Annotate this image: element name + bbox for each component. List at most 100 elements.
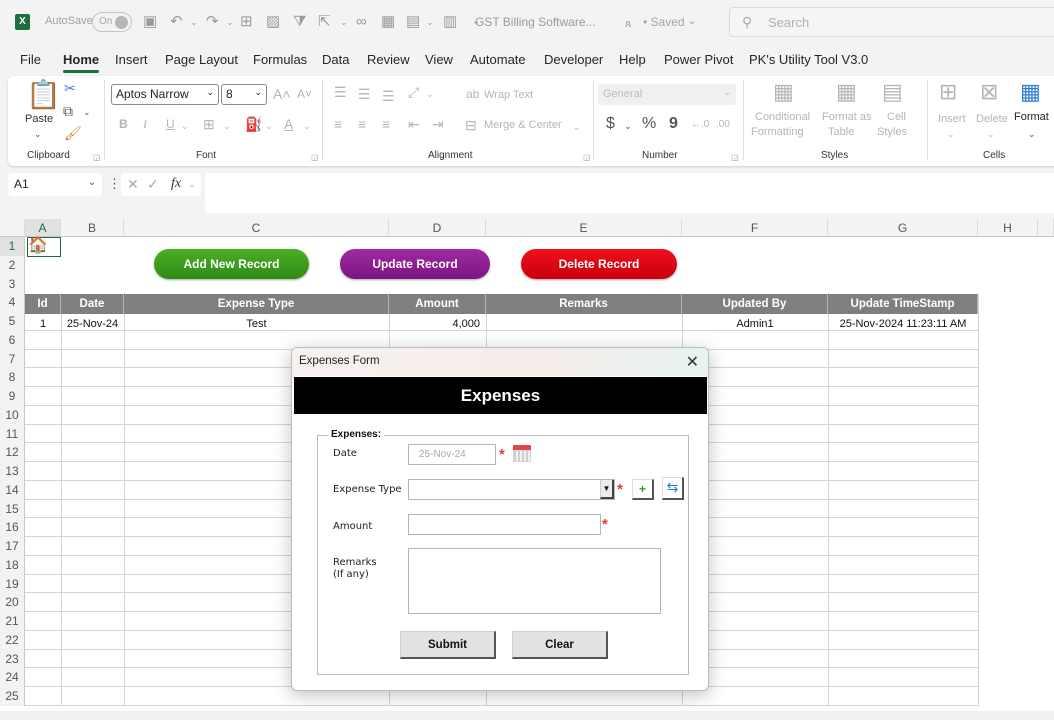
delete-record-button[interactable]: Delete Record [521,249,677,279]
column-header-h[interactable]: H [978,219,1038,237]
table-icon[interactable]: ▦ [381,13,395,31]
tab-file[interactable]: File [20,52,41,67]
orientation-dropdown-icon[interactable]: ⌄ [426,86,434,102]
search-input[interactable]: ⚲ Search [729,7,1054,37]
row-header[interactable]: 8 [0,368,25,387]
row-header[interactable]: 17 [0,537,25,556]
cell-date[interactable]: 25-Nov-24 [61,315,124,333]
insert-function-icon[interactable]: fx [171,176,181,192]
font-color-icon[interactable]: A [284,116,293,132]
filter-icon[interactable]: ⧩ [293,13,306,31]
merge-dropdown-icon[interactable]: ⌄ [573,119,581,135]
column-header-d[interactable]: D [389,219,486,237]
row-header[interactable]: 6 [0,330,25,350]
cell-updated-by[interactable]: Admin1 [682,315,828,333]
tab-data[interactable]: Data [322,52,349,67]
table-header-remarks[interactable]: Remarks [486,294,682,314]
column-header-i[interactable] [1038,219,1054,237]
paste-button[interactable]: Paste [25,113,53,125]
row-header[interactable]: 21 [0,612,25,631]
cell-styles-button-line2[interactable]: Styles [877,126,907,138]
number-dialog-launcher-icon[interactable]: ◲ [731,153,739,162]
fill-color-dropdown-icon[interactable]: ⌄ [265,118,273,134]
row-header[interactable]: 3 [0,274,25,294]
font-size-select[interactable]: 8 ⌄ [221,84,267,105]
column-header-b[interactable]: B [61,219,124,237]
save-icon[interactable]: ▣ [143,13,157,31]
row-header[interactable]: 15 [0,499,25,519]
undo-dropdown-icon[interactable]: ⌄ [190,13,198,31]
tab-view[interactable]: View [425,52,453,67]
submit-button[interactable]: Submit [400,631,496,659]
bold-button[interactable]: B [119,116,128,132]
sheet-dropdown-icon[interactable]: ⌄ [426,13,434,31]
conditional-formatting-button-line2[interactable]: Formatting [751,126,804,138]
row-header[interactable]: 2 [0,255,25,275]
increase-indent-icon[interactable]: ⇥ [432,116,444,132]
clipboard-dialog-launcher-icon[interactable]: ◲ [93,153,101,162]
tab-pk-utility-tool[interactable]: PK's Utility Tool V3.0 [749,52,868,67]
saved-status[interactable]: • Saved [643,15,685,29]
row-header[interactable]: 1 [0,237,25,256]
row-header[interactable]: 16 [0,518,25,537]
home-icon[interactable]: 🏠 [28,235,48,255]
row-header[interactable]: 25 [0,687,25,706]
add-expense-type-button[interactable]: + [632,479,654,500]
align-right-icon[interactable]: ≡ [382,116,390,132]
column-header-f[interactable]: F [682,219,828,237]
row-header[interactable]: 5 [0,312,25,331]
borders-icon[interactable]: ⊞ [203,116,215,132]
percent-button[interactable]: % [642,116,656,132]
saved-dropdown-icon[interactable]: ⌄ [688,13,696,31]
tab-help[interactable]: Help [619,52,646,67]
cell-id[interactable]: 1 [25,315,61,333]
row-header[interactable]: 7 [0,349,25,369]
cell-styles-button[interactable]: Cell [887,111,906,123]
insert-dropdown-icon[interactable]: ⌄ [947,126,955,142]
row-header[interactable]: 24 [0,668,25,687]
borders-icon[interactable]: ⊞ [240,13,253,31]
redo-icon[interactable]: ↷ [206,13,219,31]
select-all-corner[interactable] [0,219,25,237]
increase-font-size-icon[interactable]: A˄ [273,86,291,102]
conditional-formatting-button[interactable]: Conditional [755,111,810,123]
form-icon[interactable]: ▥ [443,13,457,31]
insert-cells-button[interactable]: Insert [938,113,966,125]
column-header-c[interactable]: C [124,219,389,237]
currency-dropdown-icon[interactable]: ⌄ [624,118,632,134]
row-header[interactable]: 10 [0,405,25,425]
table-header-id[interactable]: Id [25,294,61,314]
update-record-button[interactable]: Update Record [340,249,490,279]
sheet-icon[interactable]: ▤ [406,13,420,31]
remarks-textarea[interactable] [408,548,661,614]
add-new-record-button[interactable]: Add New Record [154,249,309,279]
orientation-icon[interactable]: ⤢ [408,84,419,100]
decrease-font-size-icon[interactable]: A˅ [297,86,312,102]
dialog-title-bar[interactable]: Expenses Form ✕ [292,348,708,376]
tab-power-pivot[interactable]: Power Pivot [664,52,733,67]
confirm-icon[interactable]: ✓ [147,176,159,193]
middle-align-icon[interactable]: ☰ [358,86,371,102]
increase-decimal-icon[interactable]: ←.0 [691,117,709,133]
amount-input[interactable] [408,514,601,535]
row-header[interactable]: 12 [0,443,25,462]
tab-formulas[interactable]: Formulas [253,52,307,67]
cancel-icon[interactable]: ✕ [127,176,139,193]
format-painter-icon[interactable]: 🖌 [64,125,82,141]
cell-update-timestamp[interactable]: 25-Nov-2024 11:23:11 AM [828,315,978,333]
copy-dropdown-icon[interactable]: ⌄ [83,104,91,120]
cut-icon[interactable]: ✂ [64,80,76,96]
cell-amount[interactable]: 4,000 [389,315,486,333]
bottom-align-icon[interactable]: ☰ [382,88,395,104]
expense-type-combobox[interactable]: ▼ [408,479,615,500]
column-header-e[interactable]: E [486,219,682,237]
undo-icon[interactable]: ↶ [170,13,183,31]
document-title[interactable]: GST Billing Software... [475,15,596,29]
cell-remarks[interactable] [486,315,682,333]
wrap-text-button[interactable]: Wrap Text [484,89,533,101]
link-icon[interactable]: ∞ [356,13,367,31]
comma-style-button[interactable]: 9 [669,116,678,132]
active-cell-a1[interactable]: 🏠 [27,237,61,257]
copy-icon[interactable]: ⧉ [63,103,73,119]
underline-dropdown-icon[interactable]: ⌄ [181,118,189,134]
